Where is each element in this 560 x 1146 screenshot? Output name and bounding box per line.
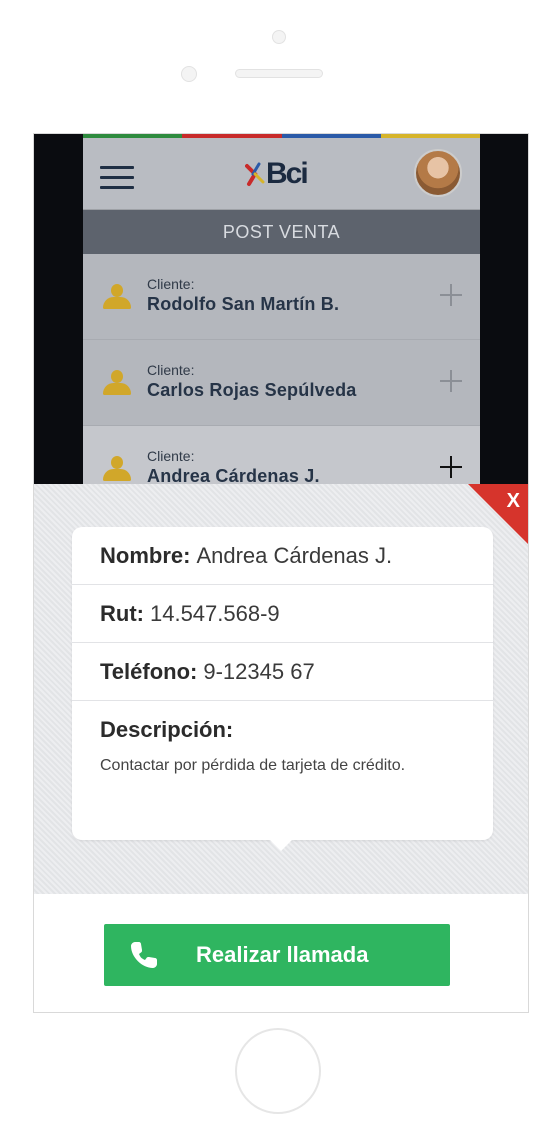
brand-logo: Bci [245, 157, 309, 190]
list-item[interactable]: Cliente: Andrea Cárdenas J. [83, 426, 480, 486]
avatar[interactable] [414, 149, 462, 197]
list-item[interactable]: Cliente: Carlos Rojas Sepúlveda [83, 340, 480, 426]
app-header: Bci [83, 138, 480, 210]
brand-logo-mark [245, 162, 265, 186]
call-button-label: Realizar llamada [196, 942, 369, 967]
description-block: Descripción: Contactar por pérdida de ta… [72, 701, 493, 775]
client-label: Cliente: [147, 362, 195, 378]
phone-row: Teléfono: 9-12345 67 [72, 643, 493, 701]
client-detail-sheet: X Nombre: Andrea Cárdenas J. Rut: 14.547… [34, 484, 528, 894]
menu-icon[interactable] [100, 166, 134, 190]
client-label: Cliente: [147, 276, 195, 292]
phone-icon [131, 942, 157, 968]
client-name: Carlos Rojas Sepúlveda [147, 380, 357, 400]
close-label: X [506, 490, 520, 512]
proximity-sensor [181, 66, 197, 82]
phone-key: Teléfono: [100, 658, 198, 684]
rut-key: Rut: [100, 600, 144, 626]
card-pointer [266, 836, 296, 851]
phone-screen: Bci POST VENTA Cliente: Rodolfo San Mart… [33, 133, 529, 1013]
earpiece-speaker [235, 69, 323, 78]
section-title: POST VENTA [83, 210, 480, 254]
client-icon [103, 370, 131, 396]
call-button[interactable]: Realizar llamada [104, 924, 450, 986]
app-background: Bci POST VENTA Cliente: Rodolfo San Mart… [83, 134, 480, 486]
plus-icon[interactable] [440, 284, 462, 306]
rut-row: Rut: 14.547.568-9 [72, 585, 493, 643]
name-value: Andrea Cárdenas J. [196, 542, 393, 568]
client-name: Andrea Cárdenas J. [147, 466, 320, 486]
brand-name: Bci [266, 157, 309, 190]
home-button[interactable] [235, 1028, 321, 1114]
description-key: Descripción: [100, 717, 234, 742]
client-name: Rodolfo San Martín B. [147, 294, 340, 314]
action-bar: Realizar llamada [34, 894, 528, 1012]
front-camera [272, 30, 286, 44]
phone-value: 9-12345 67 [203, 658, 315, 684]
client-detail-card: Nombre: Andrea Cárdenas J. Rut: 14.547.5… [72, 527, 493, 840]
client-label: Cliente: [147, 448, 195, 464]
rut-value: 14.547.568-9 [149, 600, 280, 626]
list-item[interactable]: Cliente: Rodolfo San Martín B. [83, 254, 480, 340]
plus-icon[interactable] [440, 370, 462, 392]
client-icon [103, 284, 131, 310]
name-row: Nombre: Andrea Cárdenas J. [72, 527, 493, 585]
description-value: Contactar por pérdida de tarjeta de créd… [100, 757, 406, 774]
client-icon [103, 456, 131, 482]
name-key: Nombre: [100, 542, 191, 568]
plus-icon[interactable] [440, 456, 462, 478]
